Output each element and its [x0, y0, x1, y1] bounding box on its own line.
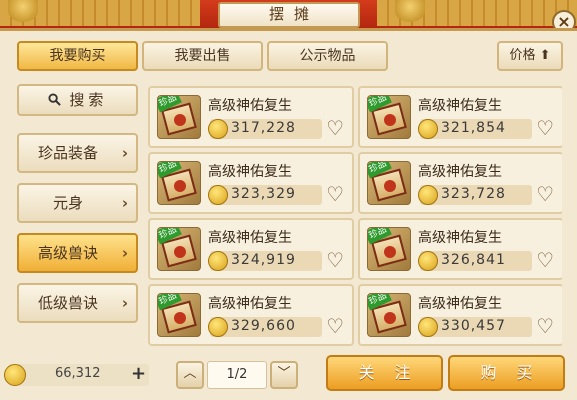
item-name: 高级神佑复生 — [208, 296, 292, 312]
coin-icon — [208, 317, 228, 337]
tab-public-items[interactable]: 公示物品 — [267, 41, 388, 71]
item-price: 326,841 — [441, 252, 506, 268]
coin-icon — [418, 119, 438, 139]
page-next-button[interactable]: ﹀ — [270, 361, 298, 389]
heart-icon[interactable]: ♡ — [536, 316, 554, 336]
item-price: 321,854 — [441, 120, 506, 136]
item-card[interactable]: 珍品 高级神佑复生 323,728 ♡ — [358, 152, 562, 214]
item-card[interactable]: 珍品 高级神佑复生 323,329 ♡ — [148, 152, 354, 214]
scroll-icon: 珍品 — [367, 95, 411, 139]
item-price: 317,228 — [231, 120, 296, 136]
coin-icon — [208, 119, 228, 139]
scroll-icon: 珍品 — [367, 227, 411, 271]
item-name: 高级神佑复生 — [208, 164, 292, 180]
lantern-icon — [8, 0, 38, 22]
sidebar-item-label: 珍品装备 — [37, 144, 98, 162]
item-card[interactable]: 珍品 高级神佑复生 317,228 ♡ — [148, 86, 354, 148]
tab-buy[interactable]: 我要购买 — [17, 41, 138, 71]
heart-icon[interactable]: ♡ — [536, 184, 554, 204]
window-title: 摆摊 — [218, 2, 360, 28]
item-card[interactable]: 珍品 高级神佑复生 330,457 ♡ — [358, 284, 562, 346]
item-card[interactable]: 珍品 高级神佑复生 329,660 ♡ — [148, 284, 354, 346]
add-money-button[interactable]: + — [131, 365, 146, 383]
scroll-icon: 珍品 — [157, 293, 201, 337]
scroll-icon: 珍品 — [157, 95, 201, 139]
item-price: 330,457 — [441, 318, 506, 334]
heart-icon[interactable]: ♡ — [326, 118, 344, 138]
buy-button[interactable]: 购买 — [448, 355, 565, 391]
heart-icon[interactable]: ♡ — [536, 250, 554, 270]
coin-icon — [418, 185, 438, 205]
item-card[interactable]: 珍品 高级神佑复生 321,854 ♡ — [358, 86, 562, 148]
chevron-right-icon: › — [121, 244, 128, 262]
item-name: 高级神佑复生 — [208, 230, 292, 246]
heart-icon[interactable]: ♡ — [326, 316, 344, 336]
item-name: 高级神佑复生 — [208, 98, 292, 114]
scroll-icon: 珍品 — [367, 293, 411, 337]
sort-label: 价格 — [509, 48, 536, 63]
sidebar-item-yuanshen[interactable]: 元身 › — [17, 183, 138, 223]
chevron-right-icon: › — [121, 144, 128, 162]
search-button[interactable]: 搜索 — [17, 84, 138, 116]
item-price: 323,728 — [441, 186, 506, 202]
item-name: 高级神佑复生 — [418, 164, 502, 180]
item-price: 324,919 — [231, 252, 296, 268]
page-prev-button[interactable]: ︿ — [176, 361, 204, 389]
scroll-icon: 珍品 — [157, 161, 201, 205]
sidebar-item-high-beast-skill[interactable]: 高级兽诀 › — [17, 233, 138, 273]
item-name: 高级神佑复生 — [418, 296, 502, 312]
coin-icon — [208, 185, 228, 205]
item-price: 329,660 — [231, 318, 296, 334]
arrow-up-icon: ⬆ — [539, 48, 551, 63]
item-price: 323,329 — [231, 186, 296, 202]
item-name: 高级神佑复生 — [418, 230, 502, 246]
chevron-right-icon: › — [121, 294, 128, 312]
sort-price-button[interactable]: 价格 ⬆ — [497, 41, 563, 71]
lantern-icon — [395, 0, 425, 22]
follow-button[interactable]: 关注 — [326, 355, 443, 391]
tab-sell[interactable]: 我要出售 — [142, 41, 263, 71]
sidebar-item-label: 低级兽诀 — [37, 294, 98, 312]
item-name: 高级神佑复生 — [418, 98, 502, 114]
search-label: 搜索 — [69, 91, 108, 109]
item-card[interactable]: 珍品 高级神佑复生 326,841 ♡ — [358, 218, 562, 280]
sidebar-item-label: 元身 — [52, 194, 83, 212]
sidebar-item-rare-equipment[interactable]: 珍品装备 › — [17, 133, 138, 173]
sidebar-item-low-beast-skill[interactable]: 低级兽诀 › — [17, 283, 138, 323]
money-amount: 66,312 — [55, 366, 101, 381]
heart-icon[interactable]: ♡ — [326, 184, 344, 204]
coin-icon — [208, 251, 228, 271]
sidebar-item-label: 高级兽诀 — [37, 244, 98, 262]
scroll-icon: 珍品 — [157, 227, 201, 271]
heart-icon[interactable]: ♡ — [326, 250, 344, 270]
search-icon — [48, 91, 70, 109]
coin-icon — [4, 364, 26, 386]
coin-icon — [418, 251, 438, 271]
heart-icon[interactable]: ♡ — [536, 118, 554, 138]
page-indicator: 1/2 — [207, 361, 267, 389]
item-card[interactable]: 珍品 高级神佑复生 324,919 ♡ — [148, 218, 354, 280]
scroll-icon: 珍品 — [367, 161, 411, 205]
coin-icon — [418, 317, 438, 337]
chevron-right-icon: › — [121, 194, 128, 212]
item-grid: 珍品 高级神佑复生 317,228 ♡ 珍品 高级神佑复生 321,854 ♡ … — [146, 82, 562, 350]
